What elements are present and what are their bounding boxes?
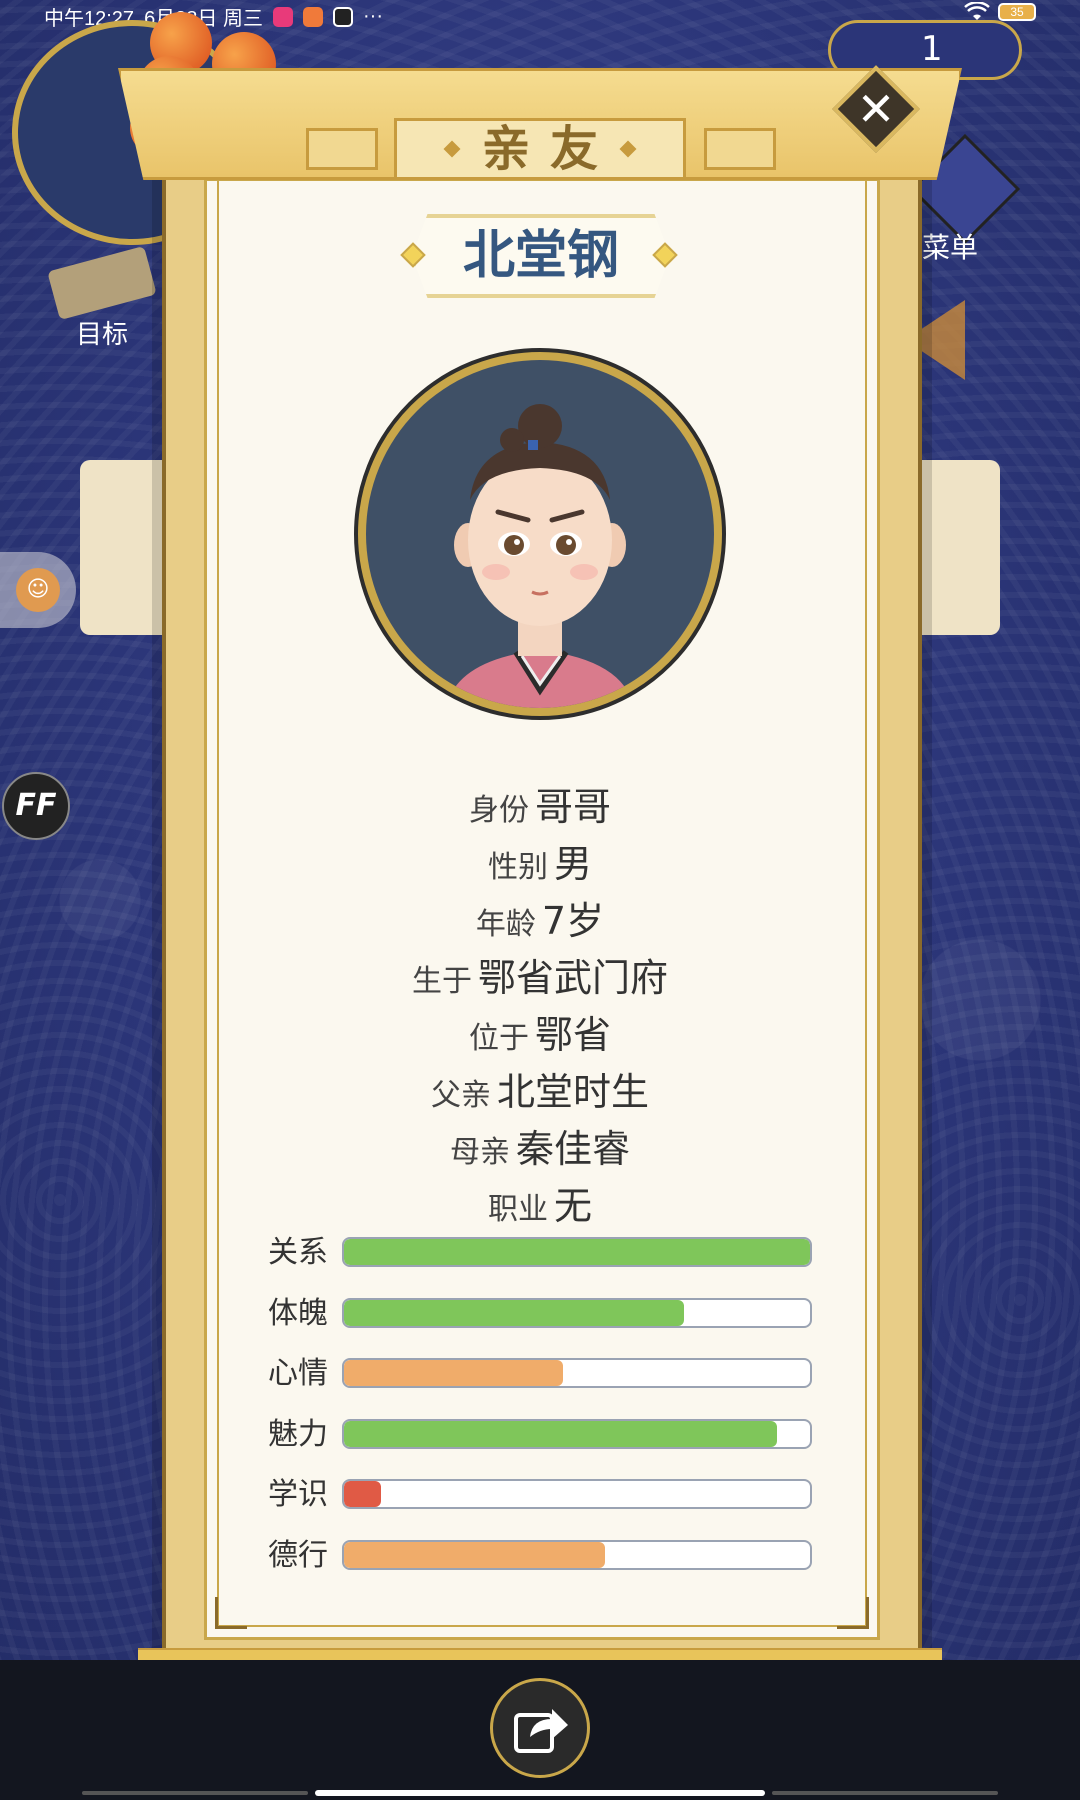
info-value: 北堂时生 (496, 1070, 649, 1114)
stat-virtue: 德行 (268, 1538, 818, 1574)
stat-fill (344, 1481, 382, 1507)
battery-icon: 35 (998, 3, 1036, 21)
info-key: 年龄 (475, 907, 536, 942)
info-value: 秦佳睿 (515, 1127, 630, 1171)
header-ornament (306, 128, 378, 170)
home-indicator[interactable] (315, 1790, 765, 1796)
stat-knowledge: 学识 (268, 1477, 818, 1513)
stat-fill (344, 1360, 564, 1386)
info-key: 位于 (468, 1021, 529, 1056)
corner-ornament (215, 1597, 247, 1629)
character-portrait-image (446, 404, 634, 708)
goal-label: 目标 (76, 320, 129, 350)
stat-relationship: 关系 (268, 1235, 818, 1271)
stat-charm: 魅力 (268, 1417, 818, 1453)
gesture-bar-right (772, 1791, 998, 1795)
stat-bar (342, 1479, 812, 1509)
header-ornament (704, 128, 776, 170)
stat-fill (344, 1542, 605, 1568)
info-value: 鄂省武门府 (477, 956, 668, 1000)
info-key: 生于 (411, 964, 472, 999)
info-value: 7岁 (541, 899, 605, 943)
stat-bar (342, 1358, 812, 1388)
info-key: 母亲 (449, 1135, 510, 1170)
character-name: 北堂钢 (462, 226, 619, 286)
stat-label: 关系 (268, 1235, 328, 1270)
info-value: 哥哥 (534, 785, 611, 829)
info-value: 无 (553, 1184, 592, 1228)
dialog-title: 亲友 (481, 121, 618, 177)
info-age: 年龄 7岁 (200, 890, 880, 945)
character-portrait (366, 360, 714, 708)
stat-physique: 体魄 (268, 1296, 818, 1332)
info-father: 父亲 北堂时生 (200, 1061, 880, 1116)
accessibility-button[interactable]: ☺ (0, 552, 76, 628)
goal-button[interactable]: 目标 (47, 245, 158, 350)
info-mother: 母亲 秦佳睿 (200, 1118, 880, 1173)
accessibility-icon: ☺ (16, 568, 60, 612)
wifi-icon (964, 2, 990, 20)
info-value: 男 (553, 842, 592, 886)
scroll-icon (47, 245, 157, 321)
info-key: 性别 (487, 850, 548, 885)
stat-fill (344, 1239, 810, 1265)
stat-bar (342, 1540, 812, 1570)
info-occupation: 职业无 (200, 1175, 880, 1230)
info-key: 身份 (468, 793, 529, 828)
stat-bar (342, 1419, 812, 1449)
status-more: ··· (363, 5, 383, 27)
stat-mood: 心情 (268, 1356, 818, 1392)
stat-label: 心情 (268, 1356, 328, 1391)
status-right: 35 (964, 2, 1036, 22)
stat-bar (342, 1298, 812, 1328)
share-icon (514, 1709, 568, 1753)
app-notification-icon (273, 6, 293, 27)
currency-value: 1 (921, 29, 943, 69)
info-identity: 身份 哥哥 (200, 776, 880, 831)
stat-label: 体魄 (268, 1296, 328, 1331)
ff-button[interactable]: FF (2, 772, 70, 840)
info-key: 父亲 (430, 1078, 491, 1113)
share-button[interactable] (490, 1678, 590, 1778)
stat-fill (344, 1421, 778, 1447)
stat-label: 学识 (268, 1477, 328, 1512)
gesture-bar-left (82, 1791, 308, 1795)
info-birthplace: 生于 鄂省武门府 (200, 947, 880, 1002)
info-gender: 性别男 (200, 833, 880, 888)
info-location: 位于 鄂省 (200, 1004, 880, 1059)
app-notification-icon (303, 6, 323, 27)
info-key: 职业 (487, 1192, 548, 1227)
stat-fill (344, 1300, 685, 1326)
stat-bar (342, 1237, 812, 1267)
info-value: 鄂省 (534, 1013, 611, 1057)
corner-ornament (837, 1597, 869, 1629)
stat-label: 德行 (268, 1538, 328, 1573)
stat-label: 魅力 (268, 1417, 328, 1452)
close-icon[interactable]: ✕ (845, 78, 907, 140)
qq-icon (333, 6, 353, 27)
